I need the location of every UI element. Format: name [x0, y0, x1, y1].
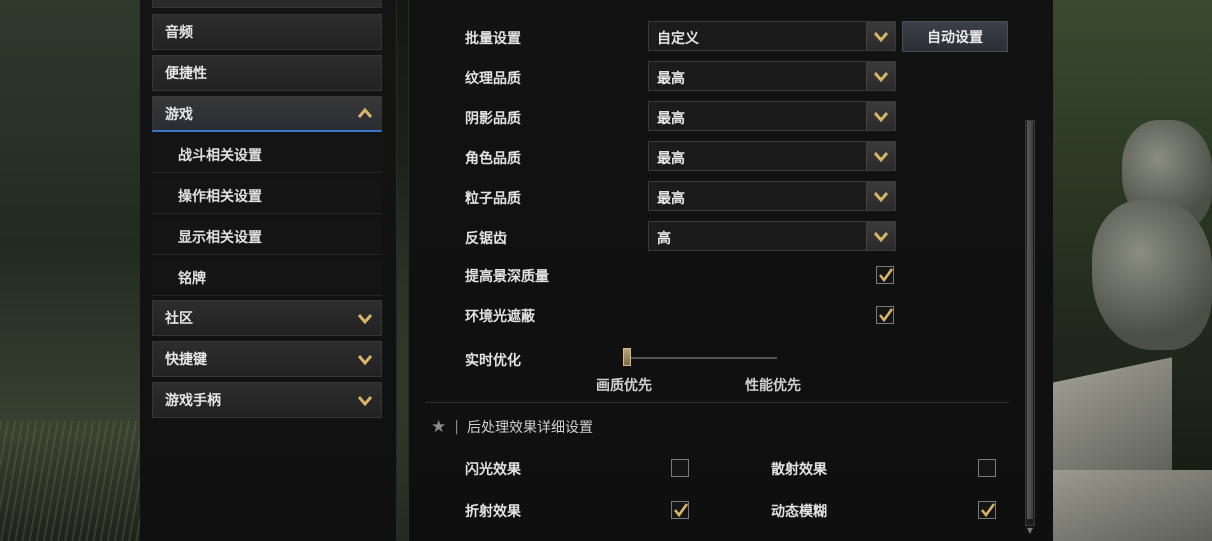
character-quality-dropdown[interactable]: 最高 — [648, 141, 896, 171]
realtime-optimization-slider-handle[interactable] — [623, 348, 631, 366]
background-scenery-right — [1052, 0, 1212, 541]
refraction-effect-checkbox[interactable] — [671, 501, 689, 519]
dropdown-toggle[interactable] — [866, 62, 895, 90]
sidebar-item-label: 社区 — [165, 311, 193, 327]
chevron-down-icon — [873, 232, 889, 243]
sidebar-subitem-label: 战斗相关设置 — [178, 147, 262, 164]
vertical-scrollbar[interactable] — [1025, 120, 1035, 526]
dropdown-value: 高 — [657, 231, 671, 247]
chevron-down-icon — [357, 396, 373, 407]
texture-quality-dropdown[interactable]: 最高 — [648, 61, 896, 91]
sidebar-item-label: 便捷性 — [165, 66, 207, 82]
motion-blur-checkbox[interactable] — [978, 501, 996, 519]
shadow-quality-dropdown[interactable]: 最高 — [648, 101, 896, 131]
post-processing-section-header: ★ | 后处理效果详细设置 — [431, 417, 593, 437]
chevron-down-icon — [873, 112, 889, 123]
checkmark-icon — [673, 503, 689, 518]
chevron-down-icon — [873, 32, 889, 43]
motion-blur-label: 动态模糊 — [771, 504, 827, 520]
chevron-down-icon — [873, 192, 889, 203]
dropdown-toggle[interactable] — [866, 22, 895, 50]
stone-base-decoration — [1052, 470, 1212, 541]
sidebar-item-hotkeys[interactable]: 快捷键 — [152, 341, 382, 377]
chevron-down-icon — [357, 314, 373, 325]
sidebar-subitem-nameplate[interactable]: 铭牌 — [152, 260, 382, 296]
particle-quality-label: 粒子品质 — [465, 191, 521, 207]
realtime-optimization-label: 实时优化 — [465, 353, 521, 369]
sidebar-item-convenience[interactable]: 便捷性 — [152, 55, 382, 91]
texture-quality-label: 纹理品质 — [465, 71, 521, 87]
sidebar-subitem-combat[interactable]: 战斗相关设置 — [152, 137, 382, 173]
scroll-down-icon[interactable]: ▼ — [1025, 526, 1035, 536]
realtime-optimization-slider-track[interactable] — [631, 357, 777, 359]
dropdown-value: 最高 — [657, 191, 685, 207]
sidebar-subitem-label: 显示相关设置 — [178, 229, 262, 246]
batch-setting-dropdown[interactable]: 自定义 — [648, 21, 896, 51]
sidebar-item-label: 快捷键 — [165, 352, 207, 368]
bloom-effect-label: 闪光效果 — [465, 462, 521, 478]
sidebar-item-label: 游戏手柄 — [165, 393, 221, 409]
rock-decoration — [1092, 200, 1212, 350]
chevron-down-icon — [873, 72, 889, 83]
ambient-occlusion-label: 环境光遮蔽 — [465, 309, 535, 325]
dropdown-toggle[interactable] — [866, 142, 895, 170]
sidebar-item-partial[interactable] — [152, 0, 382, 8]
section-title: 后处理效果详细设置 — [466, 420, 593, 436]
dropdown-toggle[interactable] — [866, 182, 895, 210]
scrollbar-thumb[interactable] — [1027, 121, 1033, 519]
scattering-effect-label: 散射效果 — [771, 462, 827, 478]
refraction-effect-label: 折射效果 — [465, 504, 521, 520]
star-icon: ★ — [431, 417, 447, 437]
sidebar-subitem-controls[interactable]: 操作相关设置 — [152, 178, 382, 214]
dropdown-value: 自定义 — [657, 31, 699, 47]
sidebar-item-community[interactable]: 社区 — [152, 300, 382, 336]
bloom-effect-checkbox[interactable] — [671, 459, 689, 477]
settings-sidebar: 音频 便捷性 游戏 战斗相关设置 操作相关设置 显示相关设置 铭牌 社区 快捷键… — [140, 0, 397, 541]
quality-priority-label: 画质优先 — [596, 378, 652, 394]
sidebar-item-label: 游戏 — [165, 106, 193, 123]
antialiasing-dropdown[interactable]: 高 — [648, 221, 896, 251]
graphics-settings-panel: 批量设置 自定义 自动设置 纹理品质 最高 阴影品质 最高 角色品质 最高 粒子… — [408, 0, 1053, 541]
chevron-down-icon — [357, 355, 373, 366]
batch-setting-label: 批量设置 — [465, 31, 521, 47]
performance-priority-label: 性能优先 — [745, 378, 801, 394]
antialiasing-label: 反锯齿 — [465, 231, 507, 247]
separator: | — [454, 419, 459, 435]
depth-of-field-checkbox[interactable] — [876, 266, 894, 284]
sidebar-subitem-display[interactable]: 显示相关设置 — [152, 219, 382, 255]
dropdown-value: 最高 — [657, 71, 685, 87]
dropdown-toggle[interactable] — [866, 102, 895, 130]
checkmark-icon — [878, 308, 894, 323]
dropdown-value: 最高 — [657, 111, 685, 127]
auto-setting-button[interactable]: 自动设置 — [902, 21, 1008, 52]
checkmark-icon — [980, 503, 996, 518]
checkmark-icon — [878, 268, 894, 283]
dropdown-toggle[interactable] — [866, 222, 895, 250]
dropdown-value: 最高 — [657, 151, 685, 167]
character-quality-label: 角色品质 — [465, 151, 521, 167]
sidebar-subitem-label: 操作相关设置 — [178, 188, 262, 205]
sidebar-subitem-label: 铭牌 — [178, 270, 206, 287]
particle-quality-dropdown[interactable]: 最高 — [648, 181, 896, 211]
shadow-quality-label: 阴影品质 — [465, 111, 521, 127]
background-scenery-left — [0, 0, 140, 541]
section-divider — [425, 402, 1009, 403]
scattering-effect-checkbox[interactable] — [978, 459, 996, 477]
sidebar-item-label: 音频 — [165, 25, 193, 41]
chevron-up-icon — [357, 107, 373, 118]
chevron-down-icon — [873, 152, 889, 163]
sidebar-item-game[interactable]: 游戏 — [152, 96, 382, 132]
depth-of-field-label: 提高景深质量 — [465, 269, 549, 285]
ambient-occlusion-checkbox[interactable] — [876, 306, 894, 324]
sidebar-item-audio[interactable]: 音频 — [152, 14, 382, 50]
sidebar-item-gamepad[interactable]: 游戏手柄 — [152, 382, 382, 418]
